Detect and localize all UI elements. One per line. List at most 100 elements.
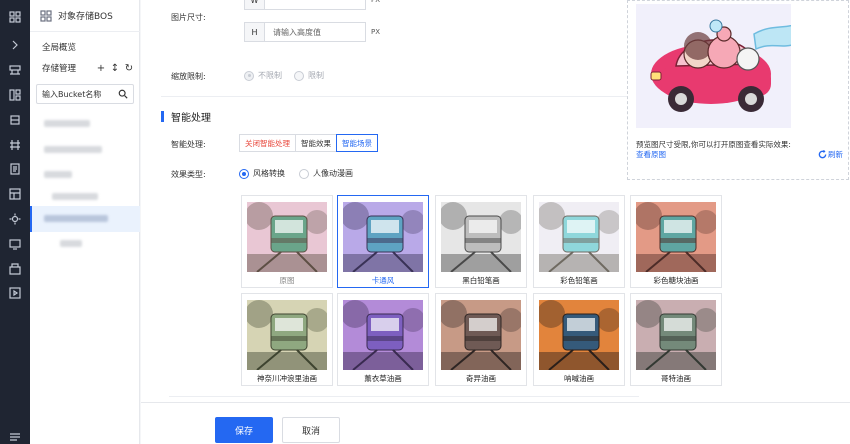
bucket-item-blurred[interactable] [44, 171, 72, 178]
effect-card[interactable]: 神奈川冲浪里油画 [241, 293, 333, 386]
cancel-button[interactable]: 取消 [282, 417, 340, 443]
effect-thumbnail [441, 300, 521, 370]
effect-card[interactable]: 彩色铅笔画 [533, 195, 625, 288]
bos-grid-icon [40, 9, 52, 22]
effect-card[interactable]: 原图 [241, 195, 333, 288]
save-button[interactable]: 保存 [215, 417, 273, 443]
effect-thumbnail [343, 202, 423, 272]
preview-image [636, 4, 791, 128]
bucket-search-input[interactable]: 输入Bucket名称 [36, 84, 134, 104]
document-icon[interactable] [6, 160, 24, 178]
refresh-icon[interactable]: ↻ [124, 63, 134, 74]
effect-label: 哥特油画 [661, 374, 691, 383]
effect-card[interactable]: 薰衣草油画 [337, 293, 429, 386]
radio-selected[interactable] [239, 168, 249, 179]
sidebar-item-storage[interactable]: 存储管理 [42, 62, 92, 74]
zoom-option-unlimited: 不限制 [244, 70, 282, 81]
effect-thumbnail [539, 202, 619, 272]
effect-label: 呐喊油画 [564, 374, 594, 383]
server-icon[interactable] [6, 61, 24, 79]
effect-card[interactable]: 哥特油画 [630, 293, 722, 386]
view-original-link[interactable]: 查看原图 [636, 149, 666, 160]
main-content: 图片尺寸: W PX H 请输入高度值 PX 缩放限制: 不限制 限制 智能处理… [141, 0, 850, 444]
sort-icon[interactable]: ↕ [110, 63, 120, 74]
effect-card[interactable]: 奇异油画 [435, 293, 527, 386]
monitor-icon[interactable] [6, 235, 24, 253]
section-title: 智能处理 [169, 109, 211, 124]
list-icon[interactable] [6, 428, 24, 444]
storage-management-row: 存储管理 + ↕ ↻ [42, 62, 134, 75]
radio-unselected[interactable] [299, 168, 309, 179]
disable-smart-button[interactable]: 关闭智能处理 [239, 134, 296, 152]
effect-type-option-label: 风格转换 [253, 169, 285, 178]
preview-panel: 预览图尺寸受限,你可以打开原图查看实际效果: 查看原图 刷新 [627, 0, 849, 180]
effect-label: 彩色铅笔画 [560, 276, 598, 285]
settings-icon[interactable] [6, 210, 24, 228]
effect-type-style[interactable]: 风格转换 [239, 168, 285, 179]
zoom-option-label: 不限制 [258, 71, 282, 80]
effect-label: 神奈川冲浪里油画 [257, 374, 317, 383]
expand-chevron-icon[interactable] [6, 36, 24, 54]
height-prefix: H [245, 23, 265, 41]
store-icon[interactable] [6, 260, 24, 278]
search-icon[interactable] [118, 89, 128, 99]
zoom-label: 缩放限制: [171, 72, 206, 81]
effect-thumbnail [247, 300, 327, 370]
effect-thumbnail [539, 300, 619, 370]
bucket-item-blurred[interactable] [52, 193, 98, 200]
smart-button-group: 关闭智能处理 智能效果 智能场景 [239, 134, 378, 152]
effect-type-label: 效果类型: [171, 170, 206, 179]
height-placeholder: 请输入高度值 [273, 27, 321, 37]
radio-disabled [294, 70, 304, 81]
bucket-item-blurred[interactable] [44, 146, 102, 153]
smart-effect-button[interactable]: 智能效果 [295, 134, 337, 152]
bucket-search-placeholder: 输入Bucket名称 [42, 89, 102, 99]
width-prefix: W [245, 0, 265, 9]
effect-card[interactable]: 卡通风 [337, 195, 429, 288]
action-footer: 保存 取消 [141, 402, 850, 444]
effect-label: 卡通风 [371, 276, 395, 285]
bucket-item-blurred[interactable] [60, 240, 82, 247]
effect-label: 原图 [279, 276, 295, 285]
width-field[interactable]: W [244, 0, 366, 10]
preview-illustration [650, 19, 791, 112]
network-icon[interactable] [6, 136, 24, 154]
effect-label: 奇异油画 [466, 374, 496, 383]
height-field[interactable]: H 请输入高度值 [244, 22, 366, 42]
effect-card[interactable]: 黑白铅笔画 [435, 195, 527, 288]
media-icon[interactable] [6, 284, 24, 302]
refresh-icon [818, 150, 827, 159]
effect-label: 彩色糖块油画 [653, 276, 699, 285]
service-title: 对象存储BOS [58, 12, 113, 22]
dashboard-icon[interactable] [6, 86, 24, 104]
refresh-label: 刷新 [828, 150, 843, 159]
zoom-option-limited: 限制 [294, 70, 324, 81]
bucket-item-blurred[interactable] [44, 120, 90, 127]
radio-disabled [244, 70, 254, 81]
effect-thumbnail [636, 202, 716, 272]
zoom-option-label: 限制 [308, 71, 324, 80]
nav-rail [0, 0, 30, 444]
layers-icon[interactable] [6, 111, 24, 129]
smart-label: 智能处理: [171, 140, 206, 149]
database-icon[interactable] [6, 185, 24, 203]
effect-card[interactable]: 彩色糖块油画 [630, 195, 722, 288]
effect-type-option-label: 人像动漫画 [313, 169, 353, 178]
service-sidebar: 对象存储BOS 全局概览 存储管理 + ↕ ↻ 输入Bucket名称 [30, 0, 140, 444]
size-label: 图片尺寸: [171, 13, 206, 22]
menu-grid-icon[interactable] [6, 8, 24, 26]
effect-thumbnail [636, 300, 716, 370]
effect-thumbnail [247, 202, 327, 272]
effect-thumbnail [441, 202, 521, 272]
effect-label: 薰衣草油画 [364, 374, 402, 383]
effect-type-portrait[interactable]: 人像动漫画 [299, 168, 353, 179]
section-divider [161, 96, 631, 97]
sidebar-item-overview[interactable]: 全局概览 [42, 41, 76, 53]
height-unit: PX [371, 28, 381, 36]
add-icon[interactable]: + [96, 63, 106, 74]
refresh-button[interactable]: 刷新 [818, 149, 843, 160]
effect-label: 黑白铅笔画 [462, 276, 500, 285]
effect-card[interactable]: 呐喊油画 [533, 293, 625, 386]
service-header: 对象存储BOS [30, 0, 140, 32]
smart-scene-button[interactable]: 智能场景 [336, 134, 378, 152]
